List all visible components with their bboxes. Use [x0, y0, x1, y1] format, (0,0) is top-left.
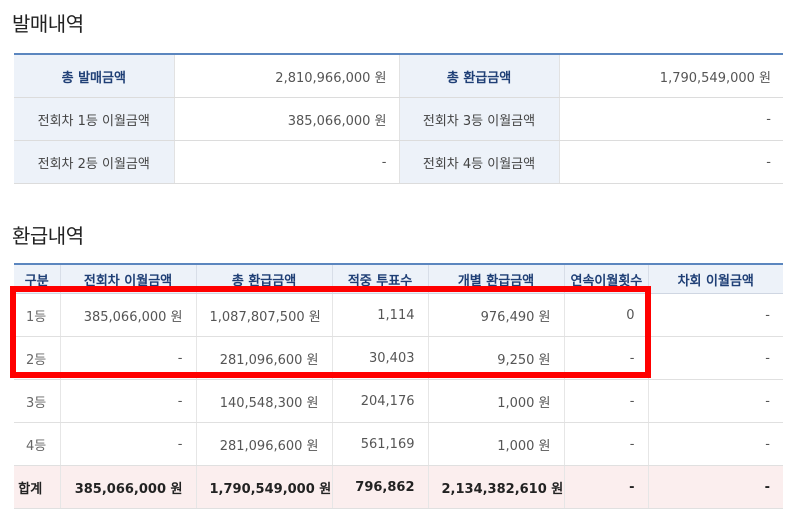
- individual-refund-cell: 976,490 원: [428, 293, 565, 337]
- prev-carryover-cell: -: [60, 336, 197, 380]
- next-carryover-cell: -: [648, 422, 783, 466]
- total-refund-cell: 281,096,600 원: [196, 336, 333, 380]
- winning-votes-cell: 30,403: [332, 336, 429, 380]
- sales-section-title: 발매내역: [12, 12, 84, 36]
- prev-3rd-carryover-label: 전회차 3등 이월금액: [399, 97, 560, 141]
- total-refund-cell: 281,096,600 원: [196, 422, 333, 466]
- col-header-consecutive-carryover: 연속이월횟수: [564, 264, 649, 294]
- table-row: 4등 - 281,096,600 원 561,169 1,000 원 - -: [14, 422, 783, 466]
- table-row: 2등 - 281,096,600 원 30,403 9,250 원 - -: [14, 336, 783, 380]
- prev-2nd-carryover-value: -: [174, 140, 400, 184]
- col-header-prev-carryover: 전회차 이월금액: [60, 264, 197, 294]
- col-header-individual-refund: 개별 환급금액: [428, 264, 565, 294]
- consecutive-carryover-cell: -: [564, 379, 649, 423]
- total-sales-value: 2,810,966,000 원: [174, 54, 400, 98]
- next-carryover-cell: -: [648, 293, 783, 337]
- prev-carryover-cell: -: [60, 379, 197, 423]
- total-individual-refund-cell: 2,134,382,610 원: [428, 465, 565, 509]
- total-refund-label: 총 환급금액: [399, 54, 560, 98]
- total-refund-sum-cell: 1,790,549,000 원: [196, 465, 333, 509]
- total-winning-votes-cell: 796,862: [332, 465, 429, 509]
- refund-header-row: 구분 전회차 이월금액 총 환급금액 적중 투표수 개별 환급금액 연속이월횟수…: [14, 264, 783, 294]
- individual-refund-cell: 1,000 원: [428, 422, 565, 466]
- prev-3rd-carryover-value: -: [559, 97, 783, 141]
- consecutive-carryover-cell: -: [564, 422, 649, 466]
- rank-cell: 2등: [14, 336, 61, 380]
- summary-row: 총 발매금액 2,810,966,000 원 총 환급금액 1,790,549,…: [14, 54, 783, 98]
- total-refund-cell: 1,087,807,500 원: [196, 293, 333, 337]
- consecutive-carryover-cell: -: [564, 336, 649, 380]
- total-refund-cell: 140,548,300 원: [196, 379, 333, 423]
- refund-section-title: 환급내역: [12, 224, 84, 248]
- col-header-total-refund: 총 환급금액: [196, 264, 333, 294]
- total-consecutive-carryover-cell: -: [564, 465, 649, 509]
- next-carryover-cell: -: [648, 379, 783, 423]
- table-row: 3등 - 140,548,300 원 204,176 1,000 원 - -: [14, 379, 783, 423]
- individual-refund-cell: 9,250 원: [428, 336, 565, 380]
- rank-cell: 3등: [14, 379, 61, 423]
- col-header-rank: 구분: [14, 264, 61, 294]
- total-row: 합계 385,066,000 원 1,790,549,000 원 796,862…: [14, 465, 783, 509]
- total-prev-carryover-cell: 385,066,000 원: [60, 465, 197, 509]
- col-header-next-carryover: 차회 이월금액: [648, 264, 783, 294]
- total-refund-value: 1,790,549,000 원: [559, 54, 783, 98]
- prev-2nd-carryover-label: 전회차 2등 이월금액: [14, 140, 175, 184]
- prev-carryover-cell: 385,066,000 원: [60, 293, 197, 337]
- prev-4th-carryover-value: -: [559, 140, 783, 184]
- winning-votes-cell: 561,169: [332, 422, 429, 466]
- consecutive-carryover-cell: 0: [564, 293, 649, 337]
- summary-row: 전회차 2등 이월금액 - 전회차 4등 이월금액 -: [14, 140, 783, 184]
- table-row: 1등 385,066,000 원 1,087,807,500 원 1,114 9…: [14, 293, 783, 337]
- prev-1st-carryover-value: 385,066,000 원: [174, 97, 400, 141]
- total-sales-label: 총 발매금액: [14, 54, 175, 98]
- total-next-carryover-cell: -: [648, 465, 783, 509]
- total-label-cell: 합계: [14, 465, 61, 509]
- prev-1st-carryover-label: 전회차 1등 이월금액: [14, 97, 175, 141]
- refund-table: 구분 전회차 이월금액 총 환급금액 적중 투표수 개별 환급금액 연속이월횟수…: [14, 263, 783, 509]
- individual-refund-cell: 1,000 원: [428, 379, 565, 423]
- winning-votes-cell: 1,114: [332, 293, 429, 337]
- prev-carryover-cell: -: [60, 422, 197, 466]
- prev-4th-carryover-label: 전회차 4등 이월금액: [399, 140, 560, 184]
- rank-cell: 4등: [14, 422, 61, 466]
- sales-summary-table: 총 발매금액 2,810,966,000 원 총 환급금액 1,790,549,…: [14, 53, 783, 184]
- col-header-winning-votes: 적중 투표수: [332, 264, 429, 294]
- next-carryover-cell: -: [648, 336, 783, 380]
- winning-votes-cell: 204,176: [332, 379, 429, 423]
- rank-cell: 1등: [14, 293, 61, 337]
- summary-row: 전회차 1등 이월금액 385,066,000 원 전회차 3등 이월금액 -: [14, 97, 783, 141]
